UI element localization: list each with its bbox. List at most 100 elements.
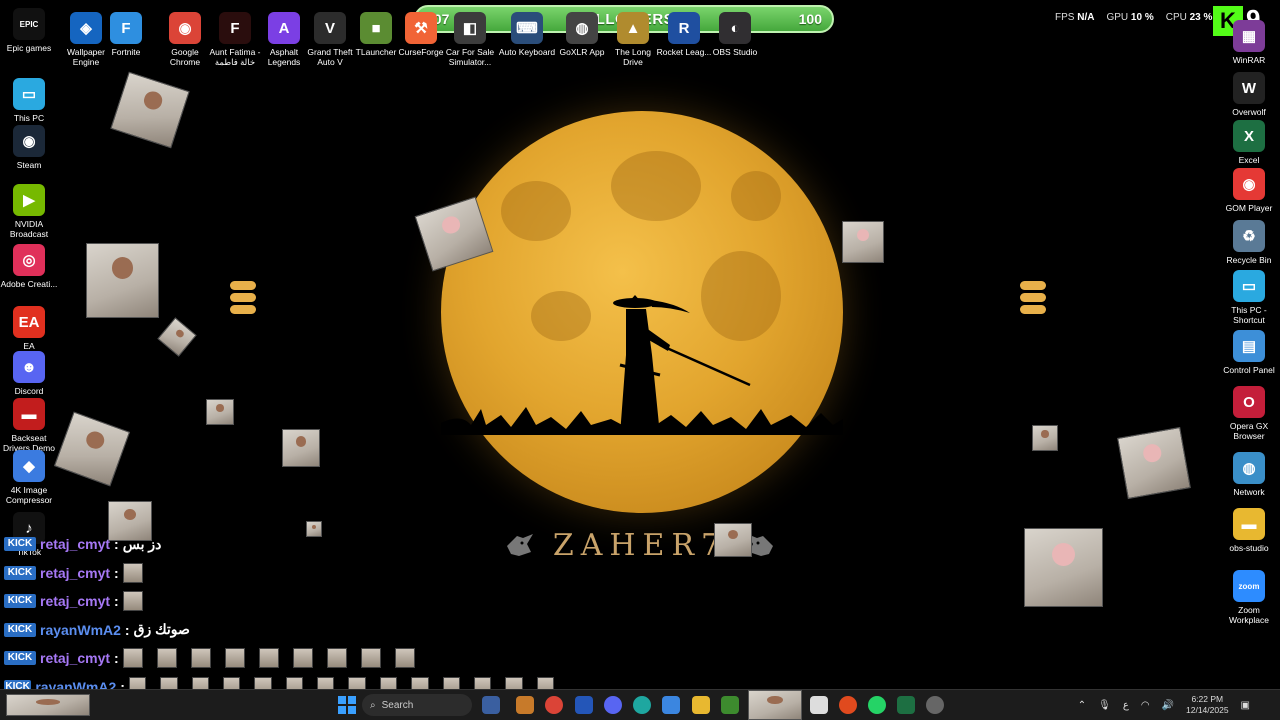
desktop-shortcut[interactable]: ▭ This PC - Shortcut: [1220, 270, 1278, 325]
chat-emote: [156, 648, 177, 669]
shortcut-label: Control Panel: [1223, 365, 1275, 375]
desktop-shortcut[interactable]: ▬ obs-studio: [1220, 508, 1278, 553]
floating-photo: [714, 523, 752, 557]
taskbar-thumbnail: [6, 694, 90, 716]
floating-photo: [86, 243, 159, 318]
chevron-up-icon[interactable]: ⌃: [1078, 700, 1086, 711]
shortcut-label: Fortnite: [111, 47, 141, 57]
app-taskbar-icon[interactable]: [839, 696, 857, 714]
kick-badge-icon: KICK: [4, 565, 36, 580]
desktop-shortcut[interactable]: ⌨ Auto Keyboard: [498, 12, 556, 57]
shortcut-label: Steam: [16, 160, 42, 170]
desktop-shortcut[interactable]: F Fortnite: [97, 12, 155, 57]
app-taskbar-icon[interactable]: [516, 696, 534, 714]
desktop-shortcut[interactable]: O Opera GX Browser: [1220, 386, 1278, 441]
desktop-shortcut[interactable]: EA EA: [0, 306, 58, 351]
desktop-shortcut[interactable]: ▭ This PC: [0, 78, 58, 123]
desktop-shortcut[interactable]: ◍ Network: [1220, 452, 1278, 497]
epic-icon: EPIC: [13, 8, 45, 40]
decorative-bars: [230, 281, 256, 317]
desktop-shortcut[interactable]: EPIC Epic games: [0, 8, 58, 53]
start-button[interactable]: [338, 696, 356, 714]
desktop-shortcut[interactable]: ▬ Backseat Drivers Demo: [0, 398, 58, 453]
taskbar-search[interactable]: ⌕ Search: [362, 694, 472, 716]
control-panel-icon: ▤: [1233, 330, 1265, 362]
floating-photo: [282, 429, 320, 467]
chat-emote: [258, 648, 279, 669]
rocket-league-icon: R: [668, 12, 700, 44]
obs-icon: ◐: [719, 12, 751, 44]
chat-separator: :: [114, 650, 119, 667]
opera-gx-icon: O: [1233, 386, 1265, 418]
ea-icon: EA: [13, 306, 45, 338]
desktop-shortcut[interactable]: ♻ Recycle Bin: [1220, 220, 1278, 265]
desktop-shortcut[interactable]: ◎ Adobe Creati...: [0, 244, 58, 289]
floating-photo: [1024, 528, 1103, 607]
desktop-shortcut[interactable]: ▦ WinRAR: [1220, 20, 1278, 65]
floating-photo: [53, 411, 131, 487]
chat-separator: :: [124, 621, 130, 638]
desktop-shortcut[interactable]: ◆ 4K Image Compressor: [0, 450, 58, 505]
shortcut-label: Car For Sale Simulator...: [445, 47, 495, 67]
clock[interactable]: 6:22 PM 12/14/2025: [1186, 694, 1229, 716]
floating-photo: [206, 399, 234, 425]
store-taskbar-icon[interactable]: [662, 696, 680, 714]
chrome-taskbar-icon[interactable]: [545, 696, 563, 714]
desktop-shortcut[interactable]: ▤ Control Panel: [1220, 330, 1278, 375]
chat-message: KICK rayanWmA2: صوتك زق: [4, 616, 564, 645]
chat-emote: [122, 562, 143, 583]
chat-message: KICK retaj_cmyt:: [4, 559, 564, 588]
desktop-shortcut[interactable]: ▶ NVIDIA Broadcast: [0, 184, 58, 239]
clock-time: 6:22 PM: [1191, 694, 1224, 704]
whatsapp-taskbar-icon[interactable]: [868, 696, 886, 714]
volume-icon[interactable]: 🔊: [1162, 700, 1174, 711]
minecraft-taskbar-icon[interactable]: [721, 696, 739, 714]
discord-taskbar-icon[interactable]: [604, 696, 622, 714]
shortcut-label: Zoom Workplace: [1229, 605, 1269, 625]
edge-taskbar-icon[interactable]: [633, 696, 651, 714]
chat-username[interactable]: rayanWmA2: [40, 622, 121, 638]
wifi-icon[interactable]: ◠: [1141, 700, 1150, 711]
excel-icon: X: [1233, 120, 1265, 152]
chat-message: KICK retaj_cmyt:: [4, 644, 564, 673]
folder-icon: ▬: [1233, 508, 1265, 540]
desktop-shortcut[interactable]: ◉ Steam: [0, 125, 58, 170]
desktop-shortcut[interactable]: X Excel: [1220, 120, 1278, 165]
shortcut-label: WinRAR: [1232, 55, 1266, 65]
file-taskbar-icon[interactable]: [810, 696, 828, 714]
game-taskbar-icon[interactable]: [482, 696, 500, 714]
desktop-shortcut[interactable]: ▲ The Long Drive: [604, 12, 662, 67]
chat-username[interactable]: retaj_cmyt: [40, 650, 110, 666]
chat-username[interactable]: retaj_cmyt: [40, 593, 110, 609]
shortcut-label: Auto Keyboard: [498, 47, 556, 57]
chat-emote: [326, 648, 347, 669]
followers-goal: 100: [798, 11, 822, 27]
chat-text: دز بس: [122, 535, 162, 552]
keyboard-icon: ⌨: [511, 12, 543, 44]
floating-photo: [1032, 425, 1058, 451]
desktop-shortcut[interactable]: ◧ Car For Sale Simulator...: [441, 12, 499, 67]
chat-separator: :: [114, 536, 119, 553]
desktop-shortcut[interactable]: R Rocket Leag...: [655, 12, 713, 57]
nvidia-icon: ▶: [13, 184, 45, 216]
asphalt-icon: A: [268, 12, 300, 44]
microphone-icon[interactable]: 🎙: [1098, 700, 1111, 711]
settings-taskbar-icon[interactable]: [926, 696, 944, 714]
gta-icon: V: [314, 12, 346, 44]
chat-username[interactable]: retaj_cmyt: [40, 536, 110, 552]
shortcut-label: This PC - Shortcut: [1231, 305, 1267, 325]
desktop-shortcut[interactable]: ◐ OBS Studio: [706, 12, 764, 57]
desktop-shortcut[interactable]: ◉ GOM Player: [1220, 168, 1278, 213]
chat-username[interactable]: retaj_cmyt: [40, 565, 110, 581]
app-taskbar-icon[interactable]: [575, 696, 593, 714]
desktop-shortcut[interactable]: ◍ GoXLR App: [553, 12, 611, 57]
file-explorer-icon[interactable]: [692, 696, 710, 714]
language-indicator[interactable]: ع: [1123, 700, 1129, 711]
desktop-shortcut[interactable]: ☻ Discord: [0, 351, 58, 396]
desktop-shortcut[interactable]: W Overwolf: [1220, 72, 1278, 117]
desktop-shortcut[interactable]: zoom Zoom Workplace: [1220, 570, 1278, 625]
notification-icon[interactable]: ▣: [1241, 700, 1250, 711]
excel-taskbar-icon[interactable]: [897, 696, 915, 714]
kick-badge-icon: KICK: [4, 537, 36, 552]
decorative-bars: [1020, 281, 1046, 317]
